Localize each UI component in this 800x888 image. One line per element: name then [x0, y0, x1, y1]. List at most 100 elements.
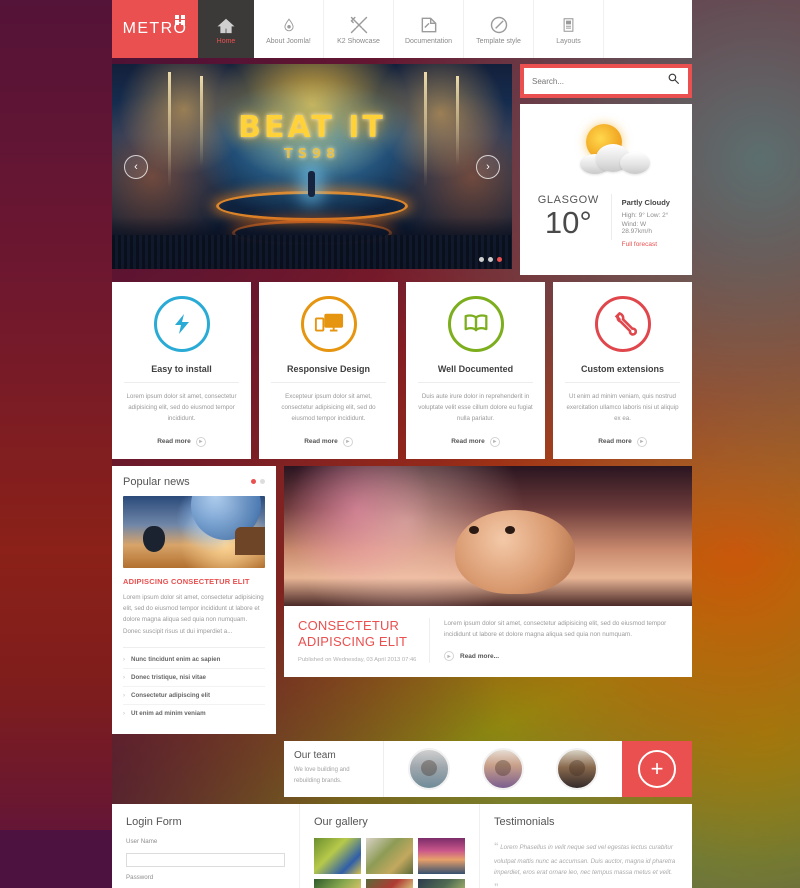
chevron-right-icon: ▸: [636, 436, 647, 447]
testimonials-module: Testimonials “ Lorem Phasellus in velit …: [480, 804, 692, 888]
featured-article-image[interactable]: [284, 465, 692, 606]
feature-card-custom-extensions: Custom extensions Ut enim ad minim venia…: [553, 282, 692, 459]
chevron-right-icon: ▸: [489, 436, 500, 447]
team-title: Our team: [294, 750, 336, 762]
chevron-right-icon: ▸: [444, 651, 454, 662]
tools-icon: [349, 13, 369, 35]
chevron-right-icon: ›: [123, 710, 125, 717]
feature-text: Duis aute irure dolor in reprehenderit i…: [418, 393, 533, 422]
slider-next-button[interactable]: ›: [476, 154, 500, 179]
avatar[interactable]: [482, 748, 524, 791]
site-logo[interactable]: METRO: [112, 0, 198, 58]
hero-right-column: GLASGOW 10° Partly Cloudy High: 9° Low: …: [520, 64, 692, 275]
feature-card-well-documented: Well Documented Duis aute irure dolor in…: [406, 282, 545, 459]
devices-icon: [300, 296, 357, 352]
gallery-image-1[interactable]: [314, 838, 361, 875]
nav-item-k2-showcase[interactable]: K2 Showcase: [324, 0, 394, 58]
nav-item-about-joomla[interactable]: About Joomla!: [254, 0, 324, 58]
slider-dot-active[interactable]: [497, 257, 502, 262]
open-book-icon: [447, 296, 504, 352]
wrench-icon: [594, 296, 651, 352]
document-pen-icon: [419, 13, 439, 35]
popular-news-dot[interactable]: [260, 479, 265, 485]
bottom-modules: Login Form User Name Password Remember M…: [112, 804, 692, 888]
weather-wind: Wind: W 28.97km/h: [621, 221, 652, 235]
team-add-button[interactable]: +: [622, 741, 692, 798]
slider-dot[interactable]: [488, 257, 493, 262]
list-item[interactable]: › Nunc tincidunt enim ac sapien: [123, 651, 265, 670]
gallery-image-6[interactable]: [418, 879, 465, 888]
featured-article-read-more-button[interactable]: ▸ Read more...: [444, 651, 678, 662]
gallery-image-2[interactable]: [366, 838, 413, 875]
gallery-image-3[interactable]: [418, 838, 465, 875]
slide-caption: BEAT IT TS98: [112, 110, 512, 162]
popular-news-image[interactable]: [123, 495, 265, 568]
list-item[interactable]: › Donec tristique, nisi vitae: [123, 669, 265, 688]
featured-article-title[interactable]: CONSECTETUR ADIPISCING ELIT: [298, 618, 417, 651]
chevron-right-icon: ›: [123, 656, 125, 663]
popular-news-dot-active[interactable]: [251, 479, 256, 485]
nav-label: Layouts: [556, 38, 581, 45]
popular-news-module: Popular news ADIPISCING CONSECTETUR ELIT…: [112, 465, 276, 735]
nav-item-home[interactable]: Home: [198, 0, 254, 58]
search-icon[interactable]: [667, 72, 680, 90]
gallery-title: Our gallery: [314, 816, 368, 829]
page-container: METRO Home About Joomla! K2 Showcase Doc…: [112, 0, 692, 888]
popular-news-article-title[interactable]: ADIPISCING CONSECTETUR ELIT: [123, 577, 265, 586]
windows-squares-icon: [175, 15, 185, 25]
gallery-module: Our gallery: [300, 804, 480, 888]
quote-close-icon: ”: [494, 882, 499, 888]
feature-title: Responsive Design: [271, 364, 386, 383]
testimonial-quote: “ Lorem Phasellus in velit neque sed vel…: [494, 838, 678, 888]
weather-full-forecast-link[interactable]: Full forecast: [622, 241, 678, 248]
slide-title: BEAT IT: [238, 110, 386, 145]
popular-news-article-text: Lorem ipsum dolor sit amet, consectetur …: [123, 593, 264, 635]
weather-condition: Partly Cloudy: [621, 198, 670, 207]
nav-label: Documentation: [404, 38, 453, 45]
password-label: Password: [126, 873, 154, 881]
slider-dot[interactable]: [479, 257, 484, 262]
nav-label: Home: [216, 38, 236, 45]
main-navigation: Home About Joomla! K2 Showcase Documenta…: [198, 0, 692, 58]
plus-icon: +: [638, 750, 676, 789]
gallery-image-5[interactable]: [366, 879, 413, 888]
list-item[interactable]: › Consectetur adipiscing elit: [123, 687, 265, 706]
avatar[interactable]: [408, 748, 450, 791]
chevron-right-icon: ›: [123, 674, 125, 681]
feature-read-more-button[interactable]: Read more ▸: [565, 436, 680, 447]
username-label: User Name: [126, 838, 158, 846]
nav-item-template-style[interactable]: Template style: [464, 0, 534, 58]
site-header: METRO Home About Joomla! K2 Showcase Doc…: [112, 0, 692, 58]
hero-row: BEAT IT TS98 ‹ › Search... GLASGOW 10° P…: [112, 64, 692, 275]
feature-title: Well Documented: [418, 364, 533, 383]
nav-label: Template style: [476, 38, 521, 45]
feature-read-more-button[interactable]: Read more ▸: [418, 436, 533, 447]
sun-behind-cloud-icon: [534, 116, 678, 186]
slider-prev-button[interactable]: ‹: [124, 154, 148, 179]
nav-item-layouts[interactable]: Layouts: [534, 0, 604, 58]
feature-read-more-button[interactable]: Read more ▸: [124, 436, 239, 447]
search-input[interactable]: [532, 76, 667, 86]
gallery-image-4[interactable]: [314, 879, 361, 888]
avatar[interactable]: [556, 748, 598, 791]
login-form-title: Login Form: [126, 816, 182, 829]
nav-item-documentation[interactable]: Documentation: [394, 0, 464, 58]
hero-slider[interactable]: BEAT IT TS98 ‹ ›: [112, 64, 512, 269]
read-more-label: Read more...: [460, 652, 500, 660]
slider-pagination[interactable]: [479, 257, 502, 262]
feature-text: Ut enim ad minim veniam, quis nostrud ex…: [566, 393, 679, 422]
feature-read-more-button[interactable]: Read more ▸: [271, 436, 386, 447]
slide-image: [112, 64, 512, 269]
featured-article-date: Published on Wednesday, 03 April 2013 07…: [298, 657, 417, 664]
popular-news-pagination[interactable]: [251, 479, 265, 485]
layout-icon: [561, 13, 576, 35]
quote-open-icon: “: [494, 841, 499, 852]
background-left-band: [0, 0, 112, 888]
list-item-label: Nunc tincidunt enim ac sapien: [131, 656, 221, 664]
featured-article: CONSECTETUR ADIPISCING ELIT Published on…: [284, 465, 692, 678]
weather-temperature: 10°: [544, 205, 592, 240]
feature-text: Lorem ipsum dolor sit amet, consectetur …: [126, 393, 237, 422]
list-item[interactable]: › Ut enim ad minim veniam: [123, 705, 265, 722]
username-input[interactable]: [126, 852, 285, 867]
nav-spacer: [604, 0, 692, 58]
